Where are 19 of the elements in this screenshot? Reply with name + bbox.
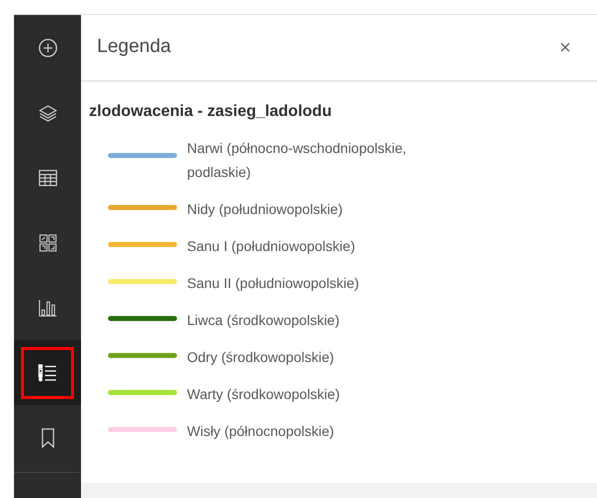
legend-label: Nidy (południowopolskie): [187, 200, 344, 219]
sidebar-button[interactable]: [14, 340, 81, 405]
layers-icon: [38, 102, 58, 122]
legend-label: Sanu I (południowopolskie): [187, 237, 356, 256]
legend-label: Liwca (środkowopolskie): [187, 311, 341, 330]
bar-chart-icon: [38, 298, 58, 316]
table-icon: [38, 168, 58, 186]
legend-label: Narwi (północno-wschodniopolskie, podlaskie): [187, 139, 408, 182]
legend-label: Sanu II (południowopolskie): [187, 274, 360, 293]
grid-icon: [38, 234, 56, 252]
legend-label: Wisły (północnopolskie): [187, 422, 336, 441]
panel-title: Legenda: [97, 35, 171, 60]
close-button[interactable]: ×: [559, 38, 571, 58]
add-icon: [38, 38, 58, 58]
legend-icon: [38, 364, 58, 382]
legend-label: Odry (środkowopolskie): [187, 348, 336, 367]
bookmark-icon: [40, 428, 54, 448]
layer-title: zlodowacenia - zasieg_ladolodu: [89, 102, 333, 122]
legend-label: Warty (środkowopolskie): [187, 385, 341, 404]
